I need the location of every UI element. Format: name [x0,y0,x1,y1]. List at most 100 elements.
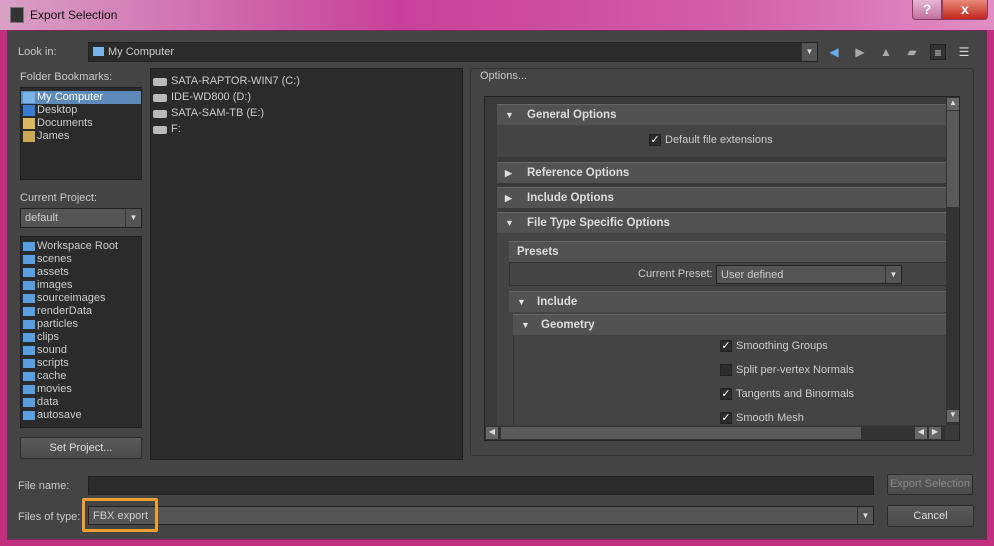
bookmark-my-computer[interactable]: My Computer [21,91,141,104]
horizontal-scrollbar[interactable]: ◀ ◀ ▶ [485,426,945,440]
section-title: Reference Options [527,167,630,179]
bookmark-documents[interactable]: Documents [21,117,141,130]
geometry-option-checkbox[interactable]: ✓ [720,412,732,424]
folder-item[interactable]: scripts [21,357,141,370]
bookmarks-label: Folder Bookmarks: [20,71,113,83]
folder-item[interactable]: clips [21,331,141,344]
drive-label: SATA-SAM-TB (E:) [171,107,265,119]
chevron-down-icon[interactable]: ▼ [801,43,817,61]
folder-icon [23,307,35,316]
current-project-label: Current Project: [20,192,98,204]
folder-icon [23,242,35,251]
geometry-option-checkbox[interactable]: ✓ [720,340,732,352]
chevron-down-icon[interactable]: ▼ [857,507,873,524]
file-name-input[interactable] [88,476,874,495]
folder-item[interactable]: images [21,279,141,292]
geometry-option-checkbox[interactable]: ✓ [720,388,732,400]
folder-item[interactable]: assets [21,266,141,279]
back-arrow-icon[interactable]: ◀ [826,44,842,60]
bookmark-label: James [37,130,70,142]
list-view-icon[interactable]: ≡ [930,44,946,60]
forward-arrow-icon[interactable]: ▶ [852,44,868,60]
expand-triangle-icon: ▶ [505,168,512,178]
highlight-box [82,498,158,532]
folder-item[interactable]: scenes [21,253,141,266]
horizontal-scroll-thumb[interactable] [501,427,861,439]
folder-label: movies [37,383,72,395]
folder-icon [23,255,35,264]
project-combo[interactable]: default ▼ [20,208,142,228]
scroll-left-icon[interactable]: ◀ [915,427,927,439]
detail-view-icon[interactable]: ☰ [956,44,972,60]
folder-item[interactable]: autosave [21,409,141,422]
project-value: default [25,212,59,224]
folder-item[interactable]: movies [21,383,141,396]
scroll-left-icon[interactable]: ◀ [486,427,498,439]
bookmark-desktop[interactable]: Desktop [21,104,141,117]
geometry-content: ✓ Smoothing Groups Split per-vertex Normal… [513,335,947,425]
bookmark-james[interactable]: James [21,130,141,143]
vertical-scrollbar[interactable]: ▲ ▼ [946,97,959,425]
folder-item[interactable]: sourceimages [21,292,141,305]
drive-item[interactable]: IDE-WD800 (D:) [151,89,462,105]
chevron-down-icon[interactable]: ▼ [125,209,141,227]
folder-label: renderData [37,305,93,317]
folder-label: scenes [37,253,72,265]
folder-icon [23,268,35,277]
computer-icon [23,92,35,103]
folder-item[interactable]: sound [21,344,141,357]
folder-icon [23,320,35,329]
hard-drive-icon [153,78,167,86]
include-header[interactable]: ▼ Include [509,291,947,312]
files-of-type-combo[interactable]: FBX export ▼ [88,506,874,525]
section-title: Presets [517,246,559,258]
presets-header: Presets [509,241,947,262]
collapse-triangle-icon: ▼ [521,320,530,330]
geometry-header[interactable]: ▼ Geometry [513,314,947,335]
section-title: Include Options [527,192,614,204]
collapse-triangle-icon: ▼ [517,297,526,307]
include-options-header[interactable]: ▶ Include Options [497,187,947,208]
cancel-button[interactable]: Cancel [887,505,974,527]
options-scroll-area: ▼ General Options ✓ Default file extensio… [484,96,960,441]
folder-item[interactable]: renderData [21,305,141,318]
geometry-option-checkbox[interactable] [720,364,732,376]
drive-item[interactable]: F: [151,121,462,137]
look-in-combo[interactable]: My Computer ▼ [88,42,818,62]
drive-label: F: [171,123,181,135]
new-folder-icon[interactable]: ▰ [904,44,920,60]
help-button[interactable]: ? [912,0,942,20]
export-selection-button[interactable]: Export Selection [887,474,973,495]
file-type-options-header[interactable]: ▼ File Type Specific Options [497,212,947,233]
vertical-scroll-thumb[interactable] [947,111,959,207]
folder-item[interactable]: particles [21,318,141,331]
folder-icon [23,118,35,129]
general-options-header[interactable]: ▼ General Options [497,104,947,125]
close-button[interactable]: x [942,0,988,20]
folder-item[interactable]: Workspace Root [21,240,141,253]
folder-item[interactable]: data [21,396,141,409]
folder-label: clips [37,331,60,343]
scroll-down-icon[interactable]: ▼ [947,410,959,422]
folder-label: assets [37,266,69,278]
bookmark-label: Documents [37,117,93,129]
current-preset-combo[interactable]: User defined ▼ [716,265,902,284]
drive-item[interactable]: SATA-SAM-TB (E:) [151,105,462,121]
scroll-right-icon[interactable]: ▶ [929,427,941,439]
drive-item[interactable]: SATA-RAPTOR-WIN7 (C:) [151,73,462,89]
drive-label: IDE-WD800 (D:) [171,91,252,103]
folder-item[interactable]: cache [21,370,141,383]
folder-icon [23,333,35,342]
folder-label: autosave [37,409,82,421]
section-title: File Type Specific Options [527,217,670,229]
look-in-value: My Computer [108,46,175,58]
chevron-down-icon[interactable]: ▼ [885,266,901,283]
window-title: Export Selection [30,8,118,22]
default-ext-checkbox[interactable]: ✓ [649,134,661,146]
up-arrow-icon[interactable]: ▲ [878,44,894,60]
scroll-up-icon[interactable]: ▲ [947,98,959,110]
folder-label: sourceimages [37,292,106,304]
look-in-label: Look in: [18,46,57,58]
set-project-button[interactable]: Set Project... [20,437,142,459]
reference-options-header[interactable]: ▶ Reference Options [497,162,947,183]
